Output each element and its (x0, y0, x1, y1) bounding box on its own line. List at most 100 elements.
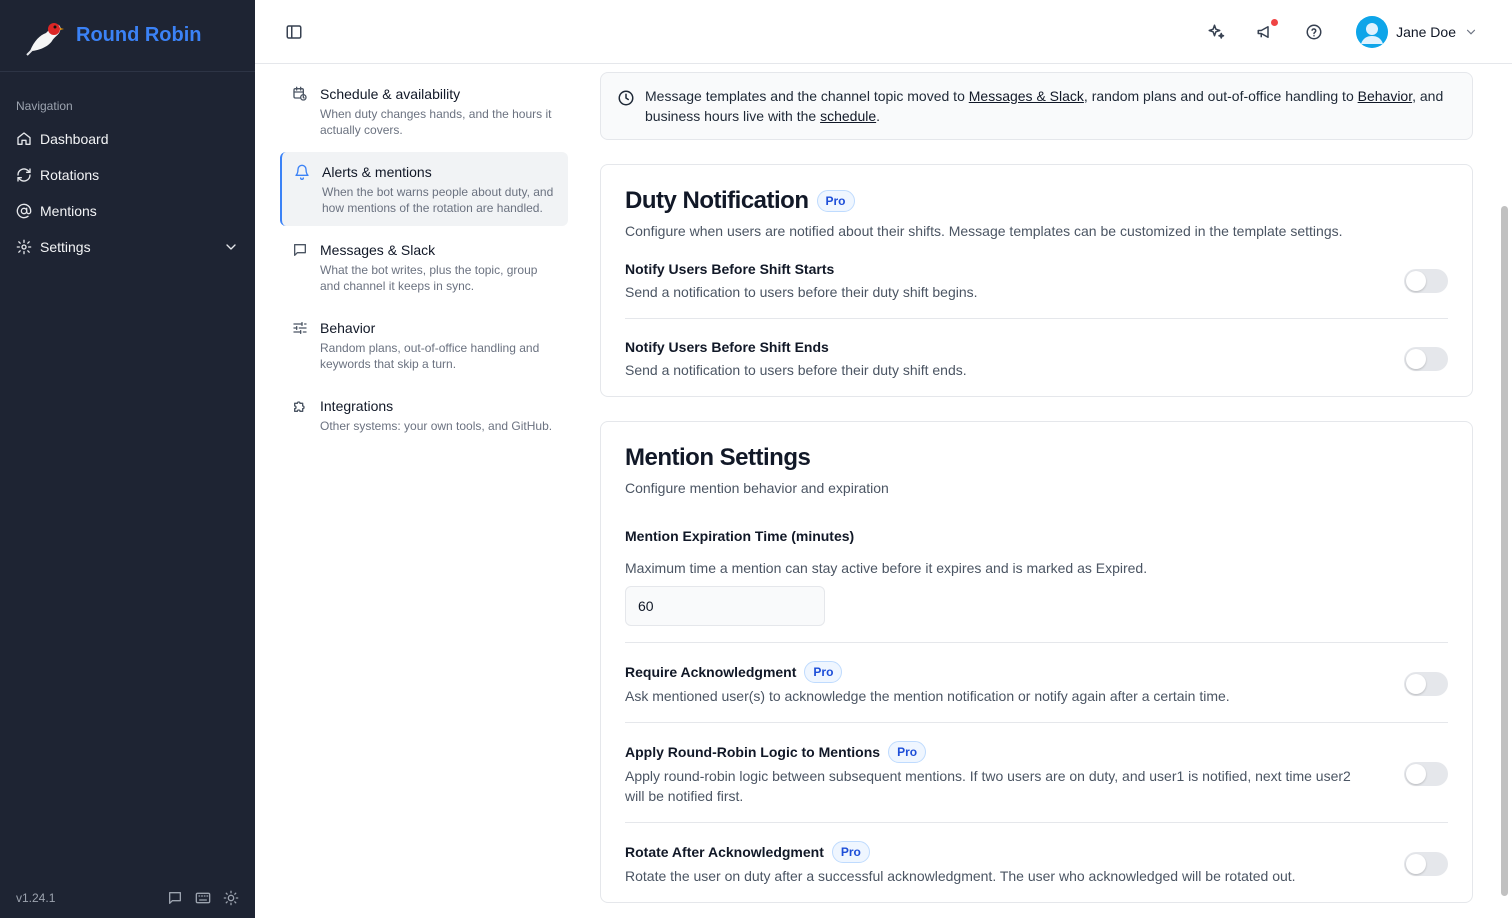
subnav-item-desc: What the bot writes, plus the topic, gro… (320, 263, 538, 293)
setting-desc: Ask mentioned user(s) to acknowledge the… (625, 688, 1230, 704)
refresh-icon (17, 168, 31, 182)
sidebar-item-label: Dashboard (40, 131, 109, 147)
card-desc: Configure when users are notified about … (625, 223, 1343, 239)
avatar (1356, 15, 1389, 48)
subnav-item-desc: Random plans, out-of-office handling and… (320, 341, 540, 371)
subnav-item-messages[interactable]: Messages & Slack What the bot writes, pl… (280, 230, 568, 304)
sun-icon (223, 890, 239, 906)
feedback-button[interactable] (167, 890, 183, 906)
brand[interactable]: Round Robin (0, 0, 255, 72)
rotate-after-ack-toggle[interactable] (1404, 851, 1448, 876)
subnav-item-desc: Other systems: your own tools, and GitHu… (320, 419, 553, 433)
keyboard-shortcuts-button[interactable] (195, 890, 211, 906)
notify-before-start-toggle[interactable] (1404, 268, 1448, 293)
gear-icon (16, 239, 32, 255)
subnav-item-title: Behavior (320, 320, 376, 336)
setting-row-round-robin-mentions: Apply Round-Robin Logic to Mentions Pro … (625, 723, 1448, 823)
setting-label: Apply Round-Robin Logic to Mentions (625, 744, 881, 760)
keyboard-icon (195, 892, 211, 904)
help-button[interactable] (1305, 23, 1323, 41)
sliders-icon (293, 322, 307, 334)
duty-notification-card: Duty Notification Pro Configure when use… (600, 164, 1473, 397)
puzzle-icon (294, 401, 305, 412)
card-title: Mention Settings (625, 444, 811, 471)
messages-slack-link[interactable]: Messages & Slack (969, 88, 1084, 104)
sidebar-item-label: Mentions (40, 203, 97, 219)
sidebar-item-mentions[interactable]: Mentions (0, 193, 255, 229)
subnav-item-behavior[interactable]: Behavior Random plans, out-of-office han… (280, 308, 568, 382)
setting-row-notify-before-start: Notify Users Before Shift Starts Send a … (625, 241, 1448, 319)
subnav-item-alerts[interactable]: Alerts & mentions When the bot warns peo… (280, 152, 568, 226)
robin-logo-icon (26, 22, 64, 56)
subnav-item-desc: When the bot warns people about duty, an… (322, 185, 554, 215)
sparkles-icon (1208, 24, 1225, 39)
info-text: , random plans and out-of-office handlin… (1083, 88, 1358, 104)
subnav-item-title: Alerts & mentions (322, 164, 432, 180)
mention-settings-card: Mention Settings Configure mention behav… (600, 421, 1473, 903)
setting-desc: Rotate the user on duty after a successf… (625, 868, 1296, 884)
sidebar-item-label: Rotations (40, 167, 100, 183)
theme-toggle-button[interactable] (223, 890, 239, 906)
sidebar-toggle-icon[interactable] (285, 23, 303, 41)
require-ack-toggle[interactable] (1404, 671, 1448, 696)
home-icon (17, 132, 31, 145)
pro-badge: Pro (831, 841, 870, 863)
setting-row-require-ack: Require Acknowledgment Pro Ask mentioned… (625, 643, 1448, 723)
info-text: Message templates and the channel topic … (645, 88, 969, 104)
info-text: . (876, 108, 881, 124)
setting-label: Rotate After Acknowledgment (625, 844, 824, 860)
notification-dot (1271, 18, 1279, 26)
subnav-item-schedule[interactable]: Schedule & availability When duty change… (280, 74, 568, 148)
subnav-item-title: Messages & Slack (320, 242, 436, 258)
announcements-button[interactable] (1256, 18, 1279, 41)
setting-row-rotate-after-ack: Rotate After Acknowledgment Pro Rotate t… (625, 823, 1448, 902)
sidebar-footer: v1.24.1 (0, 878, 255, 918)
user-avatar-icon (1356, 15, 1389, 48)
pro-badge: Pro (888, 741, 927, 763)
help-circle-icon (1306, 24, 1322, 39)
app-name: Round Robin (76, 24, 202, 46)
field-help: Maximum time a mention can stay active b… (625, 560, 1148, 576)
user-name: Jane Doe (1396, 23, 1456, 40)
top-header: Jane Doe (255, 0, 1512, 64)
info-notice: Message templates and the channel topic … (600, 72, 1473, 140)
sidebar-item-rotations[interactable]: Rotations (0, 157, 255, 193)
setting-row-notify-before-end: Notify Users Before Shift Ends Send a no… (625, 319, 1448, 396)
message-square-icon (294, 244, 306, 256)
subnav-item-title: Schedule & availability (320, 86, 461, 102)
bell-icon (295, 164, 309, 180)
settings-subnav: Schedule & availability When duty change… (280, 74, 568, 448)
page-scrollbar[interactable] (1501, 206, 1508, 896)
mention-expiration-input[interactable] (625, 586, 825, 626)
user-menu[interactable]: Jane Doe (1356, 15, 1478, 48)
sidebar: Round Robin Navigation Dashboard Rotatio… (0, 0, 255, 918)
pro-badge: Pro (804, 661, 843, 683)
chevron-down-icon (1466, 29, 1476, 35)
round-robin-mentions-toggle[interactable] (1404, 761, 1448, 786)
pro-badge: Pro (816, 190, 855, 212)
sidebar-item-dashboard[interactable]: Dashboard (0, 121, 255, 157)
behavior-link[interactable]: Behavior (1358, 88, 1412, 104)
subnav-item-desc: When duty changes hands, and the hours i… (320, 107, 552, 137)
subnav-item-integrations[interactable]: Integrations Other systems: your own too… (280, 386, 568, 444)
notify-before-end-toggle[interactable] (1404, 346, 1448, 371)
sidebar-item-label: Settings (40, 239, 91, 255)
sidebar-item-settings[interactable]: Settings (0, 229, 255, 265)
setting-desc: Apply round-robin logic between subseque… (625, 768, 1351, 804)
setting-desc: Send a notification to users before thei… (625, 362, 967, 378)
sparkles-button[interactable] (1207, 23, 1225, 41)
message-square-icon (169, 892, 181, 904)
at-sign-icon (16, 203, 32, 219)
chevron-down-icon (226, 244, 236, 250)
nav-section-label: Navigation (16, 99, 73, 113)
schedule-link[interactable]: schedule (820, 108, 876, 124)
settings-main: Message templates and the channel topic … (600, 72, 1473, 903)
clock-icon (618, 90, 634, 106)
card-title: Duty Notification (625, 187, 809, 214)
subnav-item-title: Integrations (320, 398, 394, 414)
setting-label: Require Acknowledgment (625, 664, 797, 680)
app-version: v1.24.1 (16, 891, 56, 905)
card-desc: Configure mention behavior and expiratio… (625, 480, 889, 496)
setting-label: Notify Users Before Shift Starts (625, 261, 835, 277)
setting-label: Notify Users Before Shift Ends (625, 339, 829, 355)
